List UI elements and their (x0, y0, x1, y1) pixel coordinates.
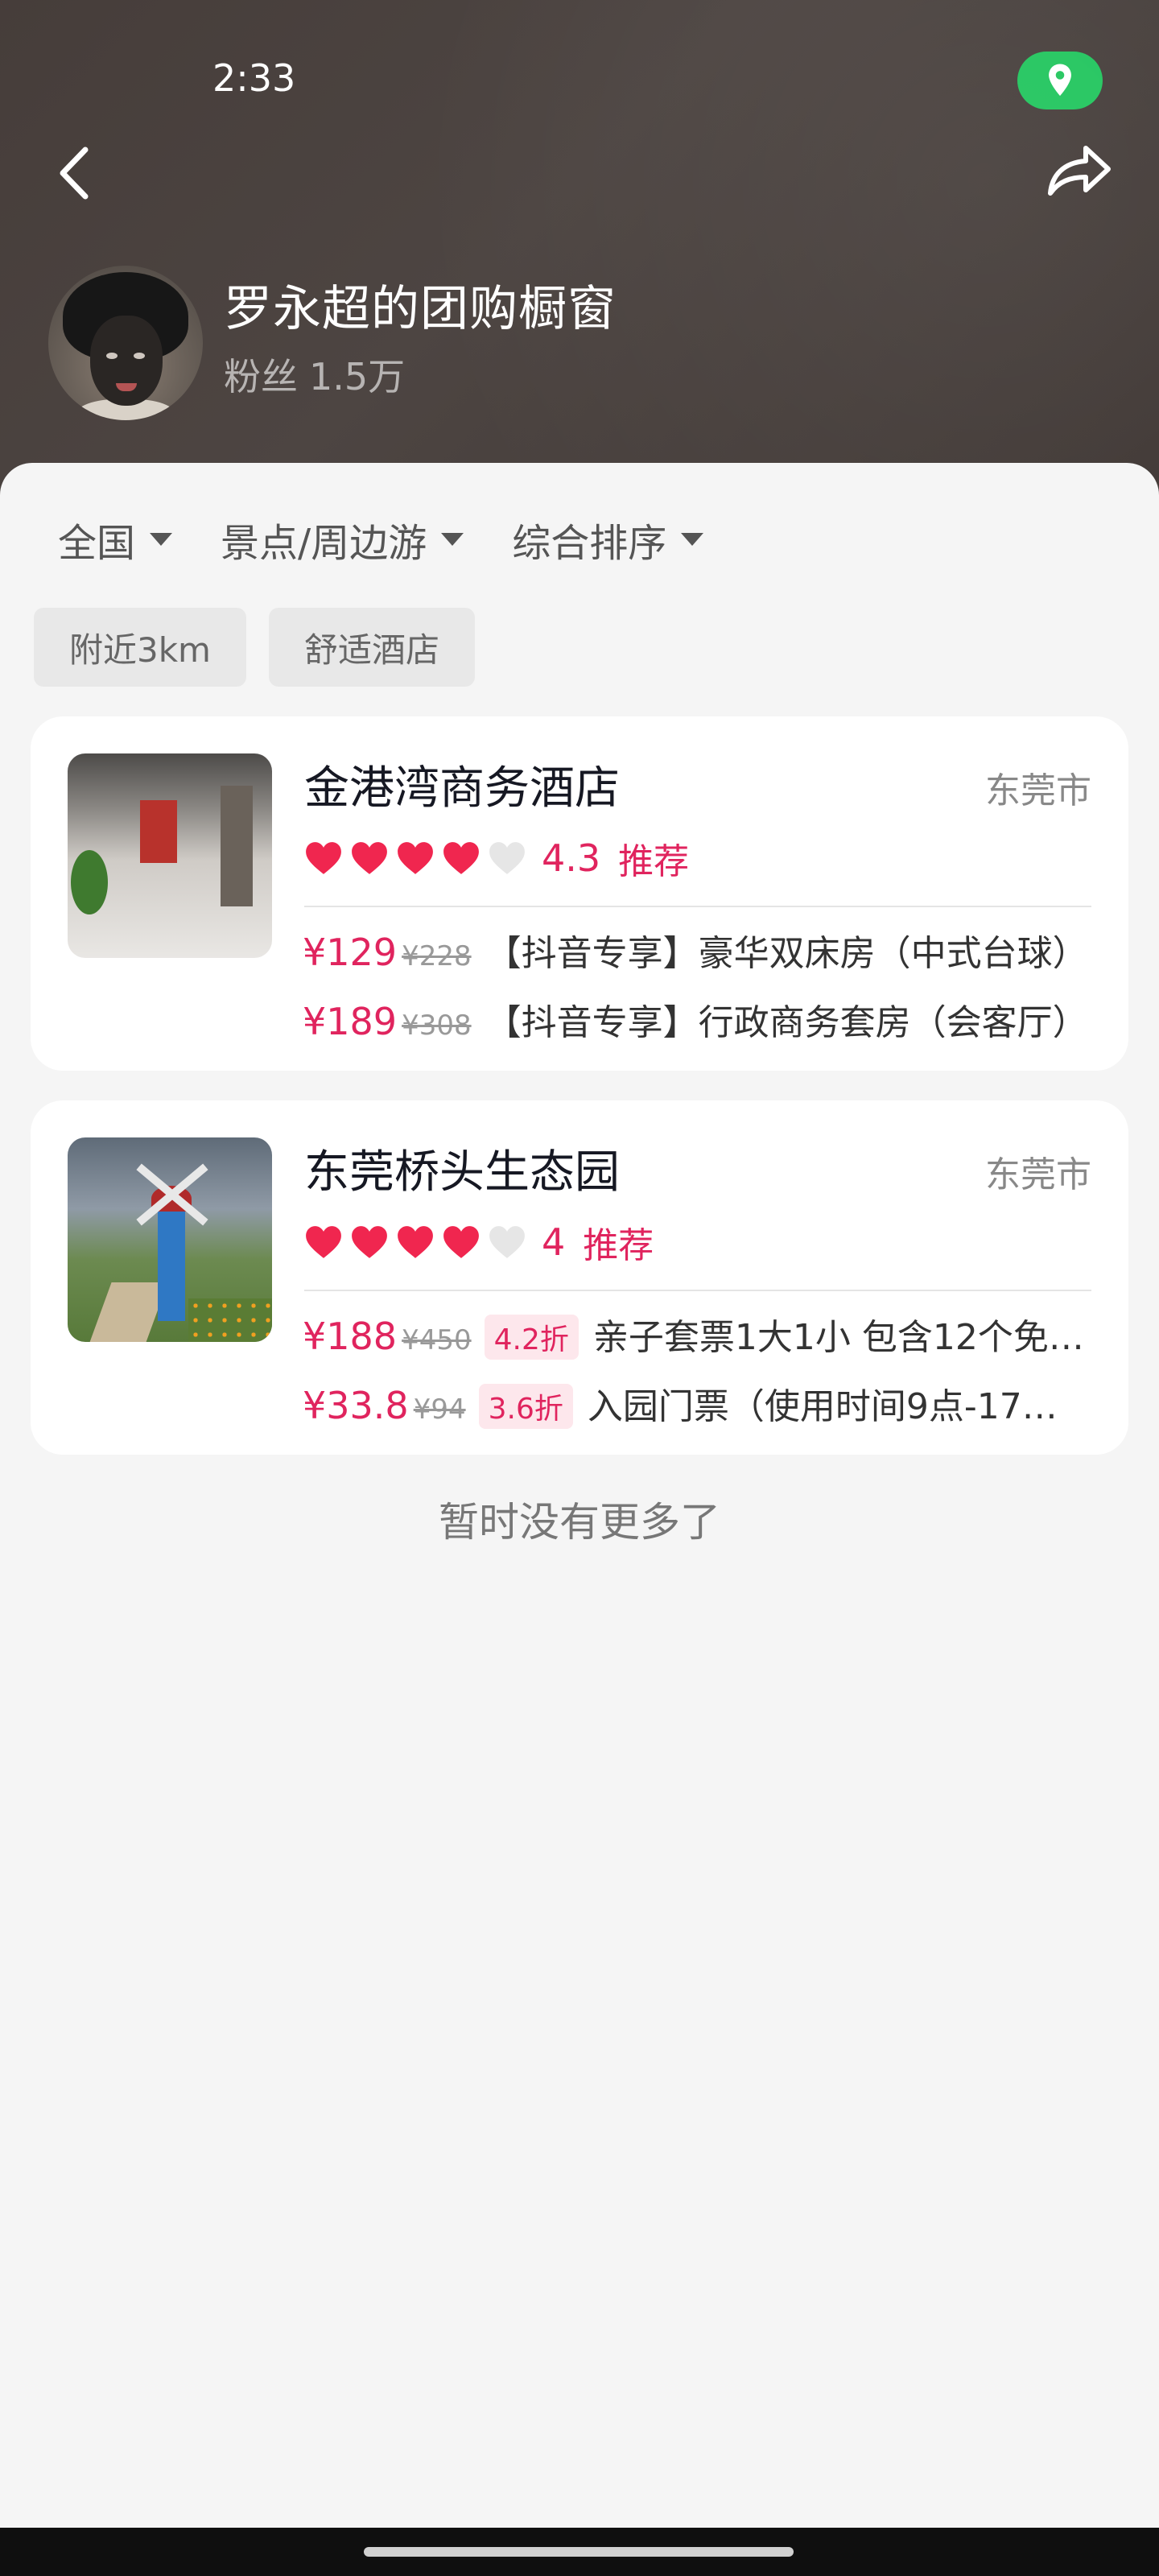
rating-recommend: 推荐 (618, 841, 690, 882)
heart-icon (306, 1226, 341, 1258)
listing-city: 东莞市 (985, 1154, 1091, 1195)
system-nav-bar (0, 2528, 1159, 2576)
deal-row[interactable]: ¥188 ¥450 4.2折 亲子套票1大1小 包含12个免费项目 (303, 1308, 1084, 1360)
filter-label: 综合排序 (512, 521, 667, 566)
deal-description: 【抖音专享】豪华双床房（中式台球） (485, 933, 1088, 974)
heart-icon (489, 842, 525, 874)
listing-name: 金港湾商务酒店 (304, 762, 620, 815)
deal-description: 入园门票（使用时间9点-17点） (587, 1386, 1079, 1427)
deal-row[interactable]: ¥129 ¥228 【抖音专享】豪华双床房（中式台球） (303, 924, 1098, 976)
divider (304, 906, 1091, 907)
filter-region[interactable]: 全国 (58, 511, 173, 568)
heart-icon (443, 1226, 479, 1258)
filter-bar: 全国 景点/周边游 综合排序 (58, 511, 704, 568)
deal-row[interactable]: ¥189 ¥308 【抖音专享】行政商务套房（会客厅） (303, 993, 1098, 1045)
listing-card[interactable]: 金港湾商务酒店 东莞市 4.3 推荐 ¥129 ¥228 【抖音专享】豪华双床房… (31, 716, 1128, 1071)
divider (304, 1290, 1091, 1291)
rating-score: 4 (542, 1220, 566, 1264)
avatar-face (90, 316, 163, 406)
shop-header: 2:33 罗永超的团购橱窗 粉丝 1.5万 (0, 0, 1159, 515)
shop-title: 罗永超的团购橱窗 (224, 281, 617, 337)
end-of-list-text: 暂时没有更多了 (439, 1499, 720, 1546)
rating-hearts (303, 839, 532, 877)
avatar-eye (106, 353, 118, 359)
deal-row[interactable]: ¥33.8 ¥94 3.6折 入园门票（使用时间9点-17点） (303, 1377, 1079, 1429)
deal-discount-badge: 3.6折 (478, 1384, 573, 1429)
avatar-mouth (116, 383, 137, 391)
listing-card[interactable]: 东莞桥头生态园 东莞市 4 推荐 ¥188 ¥450 4.2折 亲子套票1大1小… (31, 1100, 1128, 1455)
fans-label: 粉丝 (224, 355, 298, 398)
caret-down-icon (150, 533, 173, 546)
share-button[interactable] (1043, 138, 1116, 203)
share-arrow-icon (1048, 146, 1111, 196)
fans-count: 粉丝 1.5万 (224, 348, 416, 401)
deal-price: ¥188 (303, 1315, 398, 1358)
back-arrow-icon (60, 147, 89, 200)
heart-icon (352, 842, 387, 874)
fans-value: 1.5万 (309, 355, 406, 398)
deal-description: 亲子套票1大1小 包含12个免费项目 (592, 1317, 1084, 1358)
avatar-shirt (72, 399, 179, 420)
avatar-hair (63, 272, 188, 361)
shop-avatar[interactable] (48, 266, 203, 420)
heart-icon (352, 1226, 387, 1258)
caret-down-icon (441, 533, 464, 546)
deal-description: 【抖音专享】行政商务套房（会客厅） (485, 1002, 1088, 1043)
quick-chips: 附近3km 舒适酒店 (34, 608, 475, 687)
listing-name: 东莞桥头生态园 (304, 1146, 620, 1199)
content-panel: 全国 景点/周边游 综合排序 附近3km 舒适酒店 金港湾商务酒店 东莞市 4.… (0, 463, 1159, 2528)
rating-score: 4.3 (542, 836, 601, 880)
heart-icon (443, 842, 479, 874)
chip-nearby[interactable]: 附近3km (34, 608, 246, 687)
listing-thumbnail (68, 753, 272, 958)
status-time: 2:33 (212, 56, 296, 100)
chip-comfort-hotel[interactable]: 舒适酒店 (268, 608, 475, 687)
avatar-eye (134, 353, 145, 359)
deal-original-price: ¥450 (402, 1324, 472, 1356)
location-indicator (1017, 52, 1103, 109)
rating-recommend: 推荐 (583, 1225, 654, 1266)
heart-icon (489, 1226, 525, 1258)
deal-original-price: ¥94 (413, 1393, 466, 1426)
filter-label: 全国 (58, 521, 136, 566)
heart-icon (398, 1226, 433, 1258)
listing-thumbnail (68, 1137, 272, 1342)
location-pin-icon (1049, 64, 1071, 97)
heart-icon (398, 842, 433, 874)
filter-sort[interactable]: 综合排序 (512, 511, 704, 568)
caret-down-icon (681, 533, 704, 546)
deal-price: ¥129 (303, 931, 398, 974)
deal-original-price: ¥228 (402, 940, 472, 972)
listing-rating: 4 推荐 (303, 1216, 654, 1268)
listing-city: 东莞市 (985, 770, 1091, 811)
listing-rating: 4.3 推荐 (303, 832, 689, 884)
rating-hearts (303, 1223, 532, 1261)
filter-label: 景点/周边游 (221, 521, 427, 566)
home-indicator[interactable] (364, 2547, 794, 2557)
heart-icon (306, 842, 341, 874)
deal-original-price: ¥308 (402, 1009, 472, 1042)
deal-price: ¥33.8 (303, 1384, 409, 1427)
deal-price: ¥189 (303, 1000, 398, 1043)
back-button[interactable] (56, 137, 105, 209)
deal-discount-badge: 4.2折 (484, 1315, 579, 1360)
filter-category[interactable]: 景点/周边游 (221, 511, 464, 568)
